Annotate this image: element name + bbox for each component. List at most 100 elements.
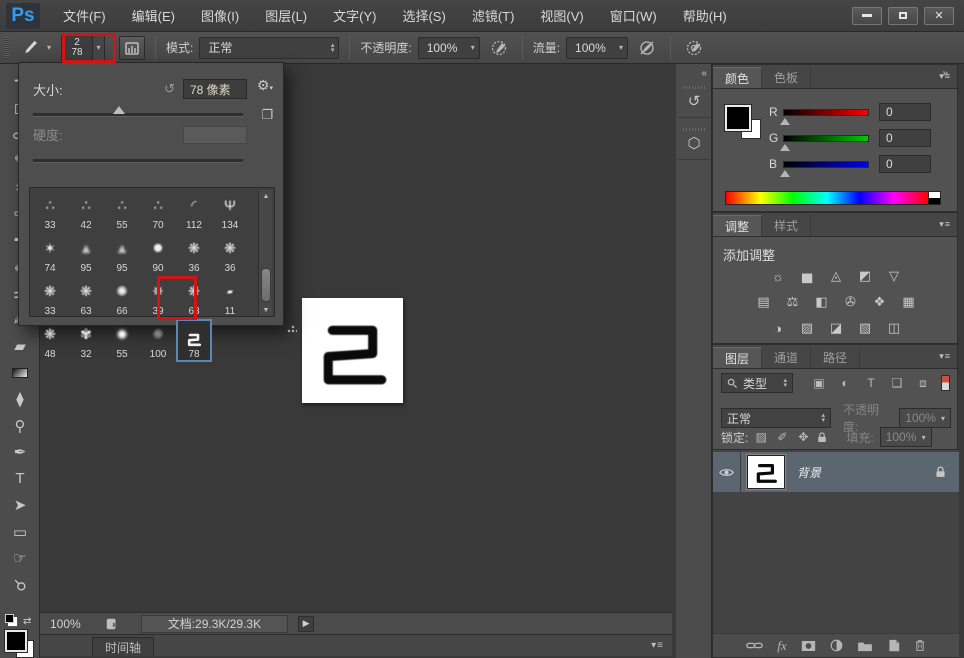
menu-item-7[interactable]: 视图(V) [527,0,596,32]
toggle-brush-panel-button[interactable] [119,36,145,60]
shape-tool[interactable]: ▭ [0,519,40,545]
lock-option-icon-2[interactable]: ✥ [796,428,810,446]
adjustment-icon-0-2[interactable]: ◬ [826,267,846,285]
create-brush-icon[interactable]: ❐ [261,107,273,123]
menu-item-4[interactable]: 文字(Y) [320,0,389,32]
zoom-level[interactable]: 100% [40,617,91,631]
flow-select[interactable]: 100%▾ [566,37,628,59]
brush-tile-55[interactable]: ∴55 [104,190,140,233]
adjustment-icon-1-5[interactable]: ▦ [899,293,919,311]
layer-thumbnail[interactable] [747,455,785,489]
lock-option-icon-0[interactable]: ▨ [754,428,768,446]
opacity-select[interactable]: 100%▾ [418,37,480,59]
layer-row-background[interactable]: 背景 [713,452,959,492]
tab-layers-2[interactable]: 路径 [811,347,860,368]
size-slider-thumb[interactable] [113,106,125,114]
gradient-tool[interactable] [0,360,40,386]
brush-tile-63[interactable]: ❋63 [68,276,104,319]
value-r[interactable]: 0 [879,103,931,121]
tab-layers-1[interactable]: 通道 [762,347,811,368]
layer-filter-icon-0[interactable]: ▣ [809,374,829,392]
brush-tile-95[interactable]: ▲95 [68,233,104,276]
foreground-color-swatch[interactable] [5,630,27,652]
tab-adjustments-menu-icon[interactable]: ▾≡ [939,219,951,230]
slider-thumb-r[interactable] [780,118,790,125]
tab-layers-0[interactable]: 图层 [713,347,762,368]
adjustment-icon-2-3[interactable]: ▧ [855,319,875,337]
brush-tile-78-selected[interactable]: 78 [176,319,212,362]
collapse-dock-icon[interactable]: » [942,68,948,79]
brush-tile-90[interactable]: ✹90 [140,233,176,276]
spectrum-bw-swatches[interactable] [929,191,941,205]
timeline-panel-menu-icon[interactable]: ▾≡ [651,640,664,651]
slider-thumb-b[interactable] [780,170,790,177]
pressure-size-icon[interactable] [681,36,707,60]
adjustment-icon-2-1[interactable]: ▨ [797,319,817,337]
brush-preset-dropdown-caret[interactable]: ▾ [92,36,104,60]
delete-layer-icon[interactable] [914,639,926,652]
value-g[interactable]: 0 [879,129,931,147]
adjustment-icon-1-3[interactable]: ✇ [841,293,861,311]
menu-item-8[interactable]: 窗口(W) [597,0,670,32]
minimize-button[interactable] [852,7,882,25]
slider-r[interactable] [783,109,869,116]
brush-size-field[interactable]: 78 像素 [183,79,247,99]
document-image[interactable] [302,298,403,403]
brush-tool-icon[interactable] [17,36,41,60]
menu-item-6[interactable]: 滤镜(T) [459,0,528,32]
slider-g[interactable] [783,135,869,142]
brush-tile-100[interactable]: ✺100 [140,319,176,362]
adjustment-icon-2-0[interactable]: ◑ [768,319,788,337]
menu-item-2[interactable]: 图像(I) [188,0,252,32]
lock-icon[interactable] [816,431,828,444]
brush-tile-33[interactable]: ∴33 [32,190,68,233]
brush-tile-66[interactable]: ✺66 [104,276,140,319]
brush-tile-33[interactable]: ❋33 [32,276,68,319]
value-b[interactable]: 0 [879,155,931,173]
brush-grid-scrollbar[interactable]: ▲ ▼ [258,190,272,316]
brush-tile-36[interactable]: ❋36 [212,233,248,276]
menu-item-5[interactable]: 选择(S) [389,0,458,32]
scroll-up-icon[interactable]: ▲ [259,190,273,202]
tab-adjustments-1[interactable]: 样式 [762,215,811,236]
menu-item-0[interactable]: 文件(F) [50,0,119,32]
dodge-tool[interactable]: ⚲ [0,413,40,439]
adjustment-icon-1-0[interactable]: ▤ [754,293,774,311]
adjustment-icon-1-1[interactable]: ⚖ [783,293,803,311]
new-layer-icon[interactable] [887,639,900,652]
adjustment-icon-2-2[interactable]: ◪ [826,319,846,337]
scrollbar-thumb[interactable] [261,268,271,302]
lock-option-icon-1[interactable]: ✐ [775,428,789,446]
default-colors-icon[interactable] [5,614,14,623]
brush-panel-gear-icon[interactable]: ⚙▾ [257,77,273,94]
brush-tile-70[interactable]: ∴70 [140,190,176,233]
status-options-arrow[interactable]: ▶ [298,616,314,632]
tab-color-0[interactable]: 颜色 [713,67,762,88]
brush-tile-48[interactable]: ❋48 [32,319,68,362]
close-button[interactable]: ✕ [924,7,954,25]
slider-b[interactable] [783,161,869,168]
brush-tile-95[interactable]: ▲95 [104,233,140,276]
link-layers-icon[interactable] [746,640,763,651]
layer-filter-icon-4[interactable]: ⧈ [913,374,933,392]
layer-filter-icon-3[interactable]: ❑ [887,374,907,392]
brush-tile-112[interactable]: ◜112 [176,190,212,233]
tab-adjustments-0[interactable]: 调整 [713,215,762,236]
adjustment-icon-1-2[interactable]: ◧ [812,293,832,311]
panel-foreground-swatch[interactable] [725,105,751,131]
layer-style-fx-icon[interactable]: fx [777,638,786,654]
type-tool[interactable]: T [0,466,40,492]
brush-tile-11[interactable]: ▰11 [212,276,248,319]
new-group-icon[interactable] [857,640,873,652]
swap-colors-icon[interactable]: ⇄ [23,616,31,627]
panel-resize-grip[interactable] [287,323,297,333]
brush-tile-63[interactable]: ❋63 [176,276,212,319]
panel-button-3d-panel[interactable]: ⬡ [678,120,710,160]
blur-tool[interactable]: ⧫ [0,386,40,412]
pen-tool[interactable]: ✒ [0,439,40,465]
adjustment-icon-0-4[interactable]: ▽ [884,267,904,285]
pressure-opacity-icon[interactable] [486,36,512,60]
tab-layers-menu-icon[interactable]: ▾≡ [939,351,951,362]
panel-button-history-panel[interactable]: ↺ [678,78,710,118]
slider-thumb-g[interactable] [780,144,790,151]
